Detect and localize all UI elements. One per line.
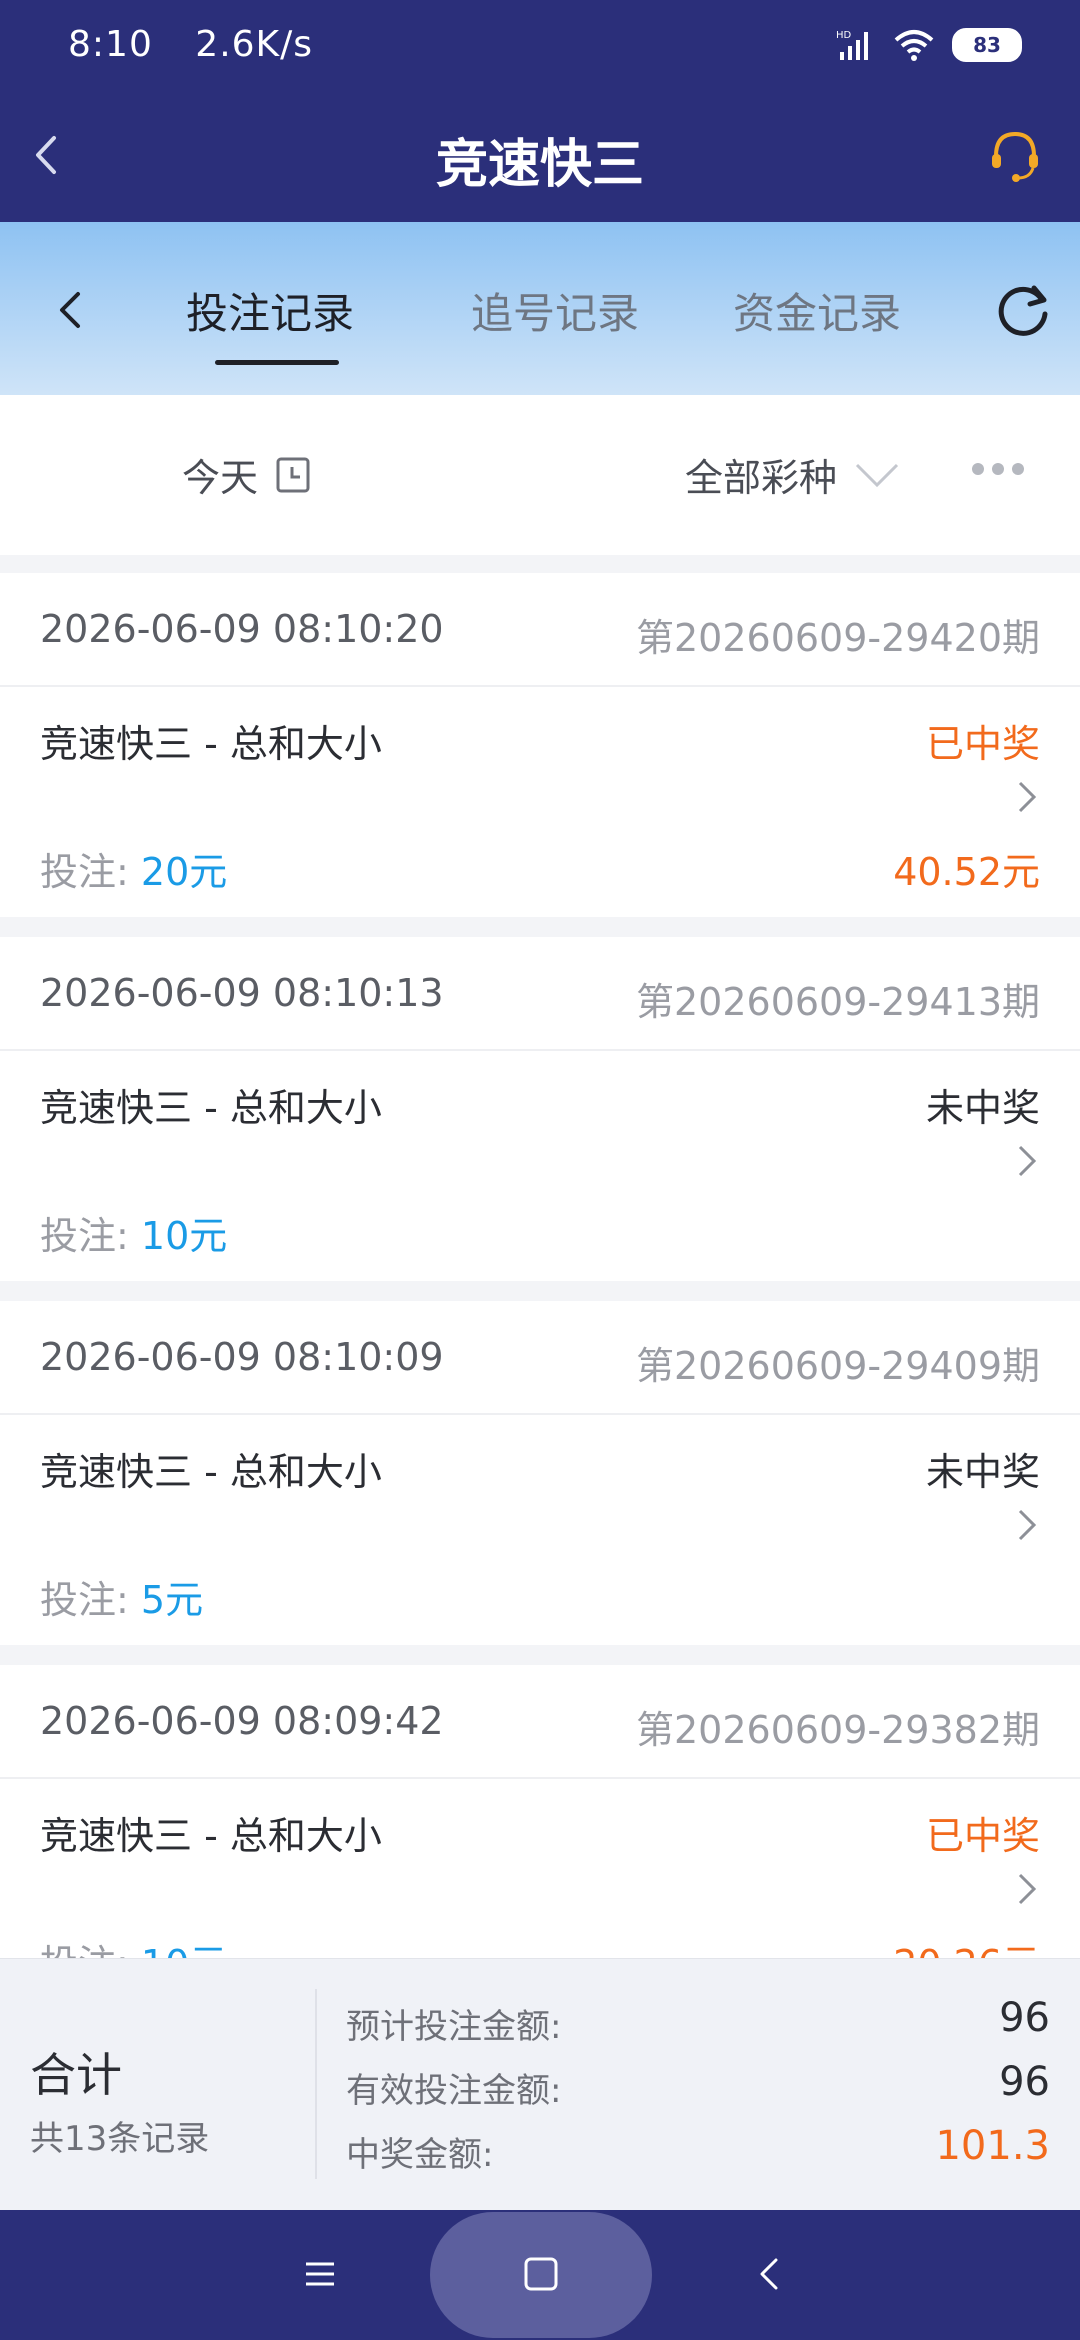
tab-chase-records[interactable]: 追号记录	[471, 280, 639, 341]
record-time: 2026-06-09 08:10:09	[40, 1335, 444, 1379]
screen: 8:10 2.6K/s HD 83 竞速快三 投注记录 追号记录 资金记录 今天…	[0, 0, 1080, 2340]
record-card[interactable]: 2026-06-09 08:10:09 第20260609-29409期 竞速快…	[0, 1301, 1080, 1645]
record-game: 竞速快三 - 总和大小	[40, 1086, 382, 1130]
valid-bet-row: 有效投注金额: 96	[346, 2059, 1050, 2112]
record-status: 已中奖	[925, 1814, 1040, 1858]
bet-amount: 20元	[140, 850, 228, 894]
date-filter[interactable]: 今天	[182, 447, 310, 502]
record-card[interactable]: 2026-06-09 08:10:20 第20260609-29420期 竞速快…	[0, 573, 1080, 917]
active-tab-indicator	[215, 360, 339, 365]
record-body: 竞速快三 - 总和大小 未中奖 投注: 5元	[0, 1415, 1080, 1645]
record-bet: 投注: 10元	[40, 1933, 227, 1958]
chevron-right-icon	[1018, 781, 1037, 813]
chevron-right-icon	[1018, 1145, 1037, 1177]
record-issue: 第20260609-29382期	[635, 1708, 1040, 1752]
record-card[interactable]: 2026-06-09 08:09:42 第20260609-29382期 竞速快…	[0, 1665, 1080, 1958]
record-tabs: 投注记录 追号记录 资金记录	[0, 222, 1080, 395]
wifi-icon	[894, 30, 934, 61]
tab-bet-records[interactable]: 投注记录	[186, 280, 354, 341]
app-header: 竞速快三	[0, 100, 1080, 222]
bet-label: 投注:	[40, 1214, 141, 1258]
record-header: 2026-06-09 08:10:13 第20260609-29413期	[0, 937, 1080, 1051]
page-title: 竞速快三	[435, 135, 644, 195]
status-icons: HD 83	[836, 28, 1022, 62]
more-options-icon[interactable]	[972, 463, 1024, 475]
bet-amount: 10元	[140, 1214, 228, 1258]
record-body: 竞速快三 - 总和大小 未中奖 投注: 10元	[0, 1051, 1080, 1281]
bet-label: 投注:	[40, 1942, 141, 1958]
record-header: 2026-06-09 08:10:09 第20260609-29409期	[0, 1301, 1080, 1415]
record-body: 竞速快三 - 总和大小 已中奖 投注: 20元 40.52元	[0, 687, 1080, 917]
filter-bar: 今天 全部彩种	[0, 395, 1080, 555]
record-status: 已中奖	[925, 722, 1040, 766]
record-header: 2026-06-09 08:10:20 第20260609-29420期	[0, 573, 1080, 687]
chevron-right-icon	[1018, 1873, 1037, 1905]
lottery-type-filter[interactable]: 全部彩种	[685, 447, 899, 502]
status-left: 8:10 2.6K/s	[68, 24, 343, 65]
bet-label: 投注:	[40, 1578, 141, 1622]
chevron-down-icon	[855, 463, 899, 487]
bet-label: 投注:	[40, 850, 141, 894]
record-time: 2026-06-09 08:10:13	[40, 971, 444, 1015]
record-card[interactable]: 2026-06-09 08:10:13 第20260609-29413期 竞速快…	[0, 937, 1080, 1281]
calendar-icon	[276, 457, 310, 492]
record-bet: 投注: 10元	[40, 1205, 227, 1260]
record-time: 2026-06-09 08:10:20	[40, 607, 444, 651]
status-bar: 8:10 2.6K/s HD 83	[0, 0, 1080, 100]
record-count: 共13条记录	[30, 2119, 210, 2159]
tab-fund-records[interactable]: 资金记录	[733, 280, 901, 341]
summary-divider	[315, 1989, 317, 2179]
record-issue: 第20260609-29420期	[635, 616, 1040, 660]
home-square-icon[interactable]	[522, 2255, 560, 2293]
record-status: 未中奖	[925, 1450, 1040, 1494]
menu-icon[interactable]	[300, 2254, 340, 2294]
record-prize: 20.26元	[893, 1933, 1040, 1958]
record-bet: 投注: 20元	[40, 841, 227, 896]
bet-record-list: 2026-06-09 08:10:20 第20260609-29420期 竞速快…	[0, 573, 1080, 1958]
refresh-icon[interactable]	[992, 278, 1054, 340]
bet-amount: 10元	[141, 1942, 227, 1958]
nav-back-icon[interactable]	[750, 2254, 790, 2294]
customer-service-icon[interactable]	[986, 126, 1044, 184]
system-nav-bar	[0, 2210, 1080, 2340]
chevron-left-icon[interactable]	[50, 288, 94, 332]
summary-title: 合计	[30, 2048, 122, 2102]
battery-level: 83	[973, 33, 1001, 57]
record-issue: 第20260609-29413期	[635, 980, 1040, 1024]
expected-bet-label: 预计投注金额:	[346, 2007, 562, 2047]
win-amount-value: 101.3	[935, 2123, 1050, 2169]
battery-icon: 83	[952, 28, 1022, 62]
chevron-right-icon	[1018, 1509, 1037, 1541]
record-status: 未中奖	[925, 1086, 1040, 1130]
expected-bet-value: 96	[999, 1995, 1050, 2041]
expected-bet-row: 预计投注金额: 96	[346, 1995, 1050, 2048]
record-issue: 第20260609-29409期	[635, 1344, 1040, 1388]
record-game: 竞速快三 - 总和大小	[40, 722, 382, 766]
record-game: 竞速快三 - 总和大小	[40, 1450, 382, 1494]
status-time: 8:10	[68, 24, 153, 65]
record-prize: 40.52元	[893, 850, 1040, 894]
win-amount-label: 中奖金额:	[346, 2135, 494, 2175]
win-amount-row: 中奖金额: 101.3	[346, 2123, 1050, 2176]
summary-panel: 合计 共13条记录 预计投注金额: 96 有效投注金额: 96 中奖金额: 10…	[0, 1958, 1080, 2211]
record-game: 竞速快三 - 总和大小	[40, 1814, 382, 1858]
lottery-type-label: 全部彩种	[685, 456, 838, 500]
record-time: 2026-06-09 08:09:42	[40, 1699, 444, 1743]
valid-bet-value: 96	[999, 2059, 1050, 2105]
record-body: 竞速快三 - 总和大小 已中奖 投注: 10元 20.26元	[0, 1779, 1080, 1958]
date-filter-label: 今天	[182, 456, 259, 500]
network-speed: 2.6K/s	[195, 24, 314, 65]
valid-bet-label: 有效投注金额:	[346, 2071, 562, 2111]
hd-label: HD	[836, 30, 852, 41]
bet-amount: 5元	[140, 1578, 204, 1622]
signal-icon: HD	[836, 30, 868, 60]
record-bet: 投注: 5元	[40, 1569, 203, 1624]
record-header: 2026-06-09 08:09:42 第20260609-29382期	[0, 1665, 1080, 1779]
